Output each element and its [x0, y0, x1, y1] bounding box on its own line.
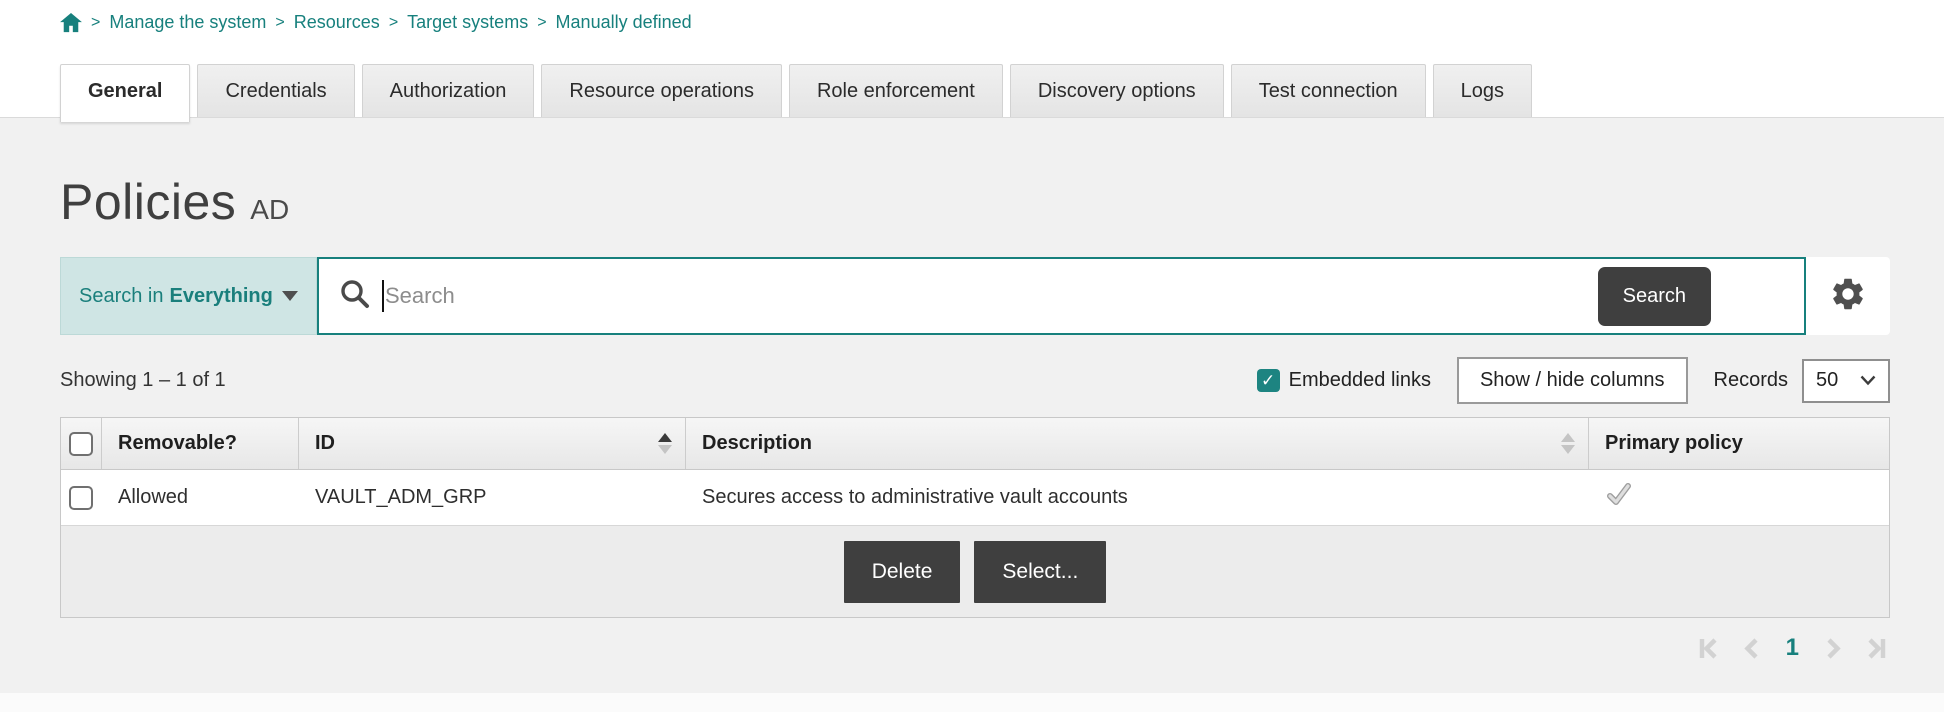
top-header-band: > Manage the system > Resources > Target…: [0, 0, 1944, 118]
page-title: Policies AD: [60, 173, 1890, 231]
tab-resource-operations[interactable]: Resource operations: [541, 64, 782, 117]
checkbox-checked-icon[interactable]: ✓: [1257, 369, 1280, 392]
column-header-description[interactable]: Description: [685, 418, 1588, 469]
select-button[interactable]: Select...: [974, 541, 1106, 603]
cell-removable: Allowed: [101, 470, 298, 525]
records-control: Records 50: [1714, 359, 1890, 403]
records-label: Records: [1714, 369, 1788, 392]
home-icon[interactable]: [60, 13, 82, 33]
sort-asc-icon[interactable]: [1561, 433, 1575, 442]
tab-role-enforcement[interactable]: Role enforcement: [789, 64, 1003, 117]
tab-general[interactable]: General: [60, 64, 190, 122]
column-header-removable: Removable?: [101, 418, 298, 469]
embedded-links-toggle[interactable]: ✓ Embedded links: [1257, 369, 1431, 392]
records-select[interactable]: 50: [1802, 359, 1890, 403]
tab-logs[interactable]: Logs: [1433, 64, 1532, 117]
page-subtitle-text: AD: [250, 194, 289, 226]
search-scope-label: Search in: [79, 285, 164, 308]
dropdown-arrow-icon: [282, 291, 298, 301]
results-summary: Showing 1 – 1 of 1: [60, 369, 226, 392]
cell-description: Secures access to administrative vault a…: [685, 470, 1588, 525]
sort-icons-description[interactable]: [1561, 433, 1575, 454]
page-title-text: Policies: [60, 173, 236, 231]
page-bottom-strip: [0, 693, 1944, 712]
search-button[interactable]: Search: [1598, 267, 1711, 326]
breadcrumb: > Manage the system > Resources > Target…: [0, 0, 1944, 34]
breadcrumb-link-resources[interactable]: Resources: [294, 12, 380, 33]
gear-icon: [1829, 275, 1867, 318]
show-hide-columns-button[interactable]: Show / hide columns: [1457, 357, 1688, 404]
breadcrumb-separator: >: [91, 14, 100, 32]
row-checkbox[interactable]: [69, 486, 93, 510]
last-page-icon[interactable]: [1863, 635, 1890, 662]
sort-icons-id[interactable]: [658, 433, 672, 454]
previous-page-icon[interactable]: [1739, 635, 1766, 662]
select-all-checkbox[interactable]: [69, 432, 93, 456]
current-page-number: 1: [1783, 634, 1802, 662]
column-header-primary-policy: Primary policy: [1588, 418, 1889, 469]
policies-table: Removable? ID Description Primary policy: [60, 417, 1890, 618]
tab-discovery-options[interactable]: Discovery options: [1010, 64, 1224, 117]
cell-primary-policy: [1588, 470, 1889, 525]
tab-credentials[interactable]: Credentials: [197, 64, 354, 117]
column-header-id[interactable]: ID: [298, 418, 685, 469]
embedded-links-label[interactable]: Embedded links: [1289, 369, 1431, 392]
tab-authorization[interactable]: Authorization: [362, 64, 535, 117]
records-selected-value: 50: [1816, 369, 1838, 392]
search-settings-button[interactable]: [1806, 257, 1890, 335]
table-footer: Delete Select...: [61, 525, 1889, 617]
delete-button[interactable]: Delete: [844, 541, 961, 603]
breadcrumb-separator: >: [537, 14, 546, 32]
tab-bar: General Credentials Authorization Resour…: [0, 64, 1944, 117]
select-all-cell: [61, 418, 101, 469]
search-bar: Search in Everything Search: [60, 257, 1890, 335]
toolbar-right-group: ✓ Embedded links Show / hide columns Rec…: [1257, 357, 1890, 404]
column-header-description-label: Description: [702, 432, 812, 455]
breadcrumb-separator: >: [275, 14, 284, 32]
sort-desc-icon[interactable]: [658, 445, 672, 454]
next-page-icon[interactable]: [1819, 635, 1846, 662]
table-row[interactable]: Allowed VAULT_ADM_GRP Secures access to …: [61, 470, 1889, 525]
column-header-id-label: ID: [315, 432, 335, 455]
check-icon: [1605, 482, 1632, 513]
search-icon: [339, 278, 370, 314]
pagination: 1: [60, 634, 1890, 662]
breadcrumb-separator: >: [389, 14, 398, 32]
table-header-row: Removable? ID Description Primary policy: [61, 418, 1889, 470]
main-content: Policies AD Search in Everything Search: [0, 173, 1944, 662]
results-toolbar: Showing 1 – 1 of 1 ✓ Embedded links Show…: [60, 357, 1890, 404]
search-field-container: Search: [317, 257, 1806, 335]
breadcrumb-link-target-systems[interactable]: Target systems: [407, 12, 528, 33]
breadcrumb-link-manage-the-system[interactable]: Manage the system: [109, 12, 266, 33]
sort-asc-icon[interactable]: [658, 433, 672, 442]
chevron-down-icon: [1860, 369, 1876, 392]
search-input[interactable]: [384, 283, 1598, 309]
row-select-cell: [61, 470, 101, 525]
sort-desc-icon[interactable]: [1561, 445, 1575, 454]
search-scope-value: Everything: [170, 285, 273, 308]
first-page-icon[interactable]: [1695, 635, 1722, 662]
tab-test-connection[interactable]: Test connection: [1231, 64, 1426, 117]
cell-id: VAULT_ADM_GRP: [298, 470, 685, 525]
breadcrumb-link-manually-defined[interactable]: Manually defined: [556, 12, 692, 33]
search-scope-dropdown[interactable]: Search in Everything: [60, 257, 317, 335]
